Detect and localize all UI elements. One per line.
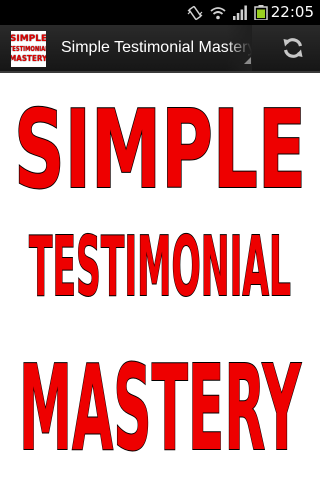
action-bar: SIMPLE TESTIMONIAL MASTERY Simple Testim… — [0, 25, 320, 73]
refresh-icon — [283, 38, 303, 58]
status-icons — [187, 3, 268, 22]
battery-icon — [254, 5, 268, 20]
refresh-button[interactable] — [266, 25, 320, 71]
app-icon-line-3: MASTERY — [11, 54, 46, 63]
navigation-spinner[interactable]: Simple Testimonial Mastery — [52, 25, 252, 71]
splash-logo: SIMPLE TESTIMONIAL MASTERY — [13, 87, 307, 478]
status-clock: 22:05 — [270, 3, 314, 21]
app-icon-line-2: TESTIMONIAL — [11, 45, 46, 53]
logo-line-testimonial: TESTIMONIAL — [29, 220, 291, 315]
app-icon-line-1: SIMPLE — [11, 34, 46, 44]
app-title: Simple Testimonial Mastery — [61, 39, 252, 56]
logo-line-mastery: MASTERY — [19, 339, 302, 477]
vibrate-icon — [187, 5, 203, 20]
spinner-indicator-icon — [244, 57, 251, 64]
app-icon[interactable]: SIMPLE TESTIMONIAL MASTERY — [11, 31, 46, 67]
wifi-icon — [210, 6, 226, 19]
splash-content: SIMPLE TESTIMONIAL MASTERY — [0, 73, 320, 480]
signal-icon — [233, 5, 247, 20]
title-fade — [226, 25, 252, 71]
logo-line-simple: SIMPLE — [14, 88, 306, 213]
status-bar: 22:05 — [0, 0, 320, 25]
